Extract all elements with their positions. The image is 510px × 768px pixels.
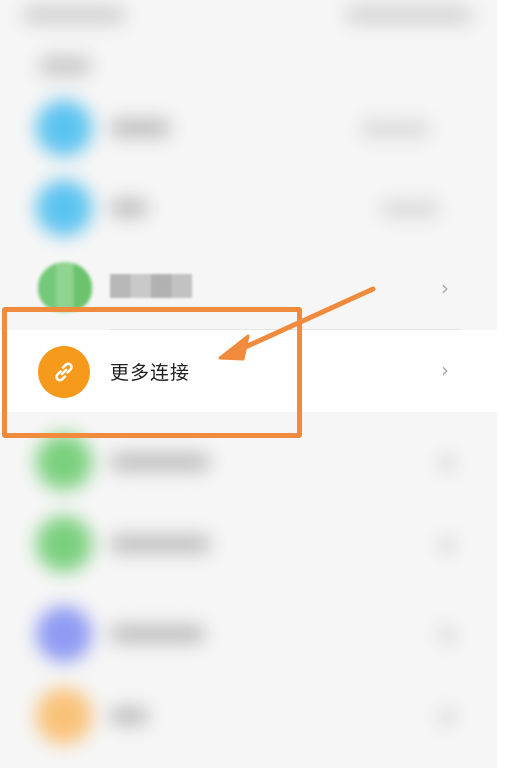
- blurred-chevron: [440, 538, 454, 552]
- blurred-section-header: [40, 56, 90, 76]
- blurred-text: [110, 535, 210, 553]
- pixelated-row-icon: [38, 262, 92, 312]
- blurred-settings-row[interactable]: [0, 176, 497, 240]
- blurred-text: [110, 453, 210, 471]
- blurred-row-icon: [36, 688, 92, 744]
- blurred-settings-row[interactable]: [0, 430, 497, 494]
- status-bar: [0, 0, 497, 40]
- edge-strip: [497, 0, 510, 768]
- blurred-row-icon: [36, 606, 92, 662]
- blurred-text: [360, 121, 430, 137]
- blurred-text: [110, 625, 205, 643]
- blurred-settings-row[interactable]: [0, 96, 497, 160]
- blurred-row-icon: [36, 180, 92, 236]
- more-connections-label: 更多连接: [110, 362, 191, 384]
- blurred-row-icon: [36, 100, 92, 156]
- blurred-text: [22, 6, 126, 24]
- blurred-chevron: [440, 628, 454, 642]
- chevron-right-icon: ›: [441, 276, 449, 300]
- blurred-text: [380, 201, 440, 217]
- blurred-row-icon: [36, 434, 92, 490]
- blurred-row-icon: [36, 516, 92, 572]
- blurred-settings-row[interactable]: [0, 602, 497, 666]
- link-icon: [38, 346, 90, 398]
- blurred-chevron: [440, 456, 454, 470]
- blurred-text: [110, 199, 148, 217]
- blurred-text: [345, 6, 473, 24]
- blurred-text: [110, 707, 148, 725]
- blurred-settings-section: [0, 412, 497, 768]
- settings-screen: › 更多连接 ›: [0, 0, 497, 768]
- pixelated-text: [110, 274, 192, 298]
- blurred-settings-row[interactable]: [0, 512, 497, 576]
- blurred-chevron: [440, 710, 454, 724]
- blurred-settings-row[interactable]: [0, 684, 497, 748]
- chevron-right-icon: ›: [441, 358, 449, 382]
- blurred-text: [110, 119, 170, 137]
- annotation-arrow-icon: [218, 286, 376, 361]
